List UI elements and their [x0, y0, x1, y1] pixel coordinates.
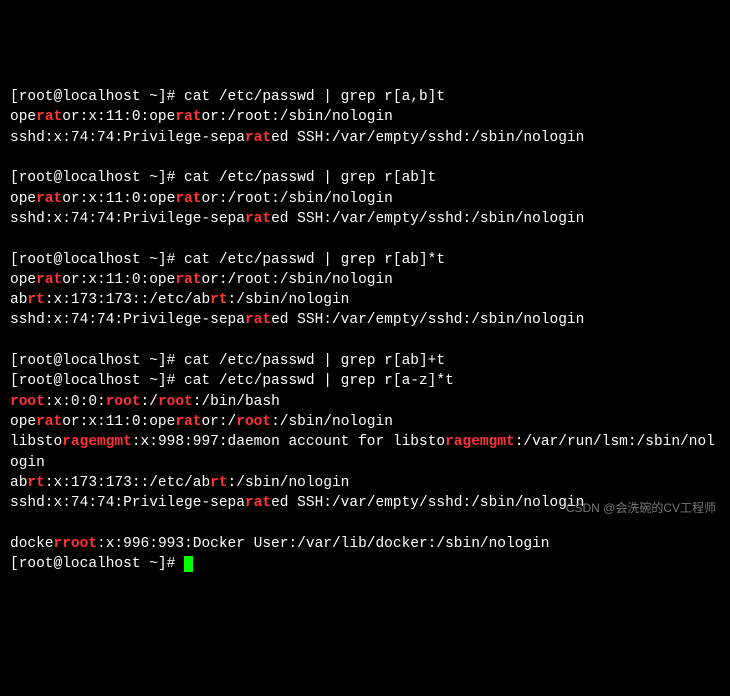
- terminal-line: [root@localhost ~]# cat /etc/passwd | gr…: [10, 371, 720, 391]
- text: :x:173:173::/etc/ab: [45, 292, 210, 308]
- text: ed SSH:/var/empty/sshd:/sbin/nologin: [271, 130, 584, 146]
- grep-match: rat: [175, 191, 201, 207]
- terminal-line: sshd:x:74:74:Privilege-separated SSH:/va…: [10, 209, 720, 229]
- grep-match: rroot: [54, 536, 98, 552]
- terminal-line: [10, 331, 720, 351]
- text: or:x:11:0:ope: [62, 191, 175, 207]
- terminal-line: root:x:0:0:root:/root:/bin/bash: [10, 392, 720, 412]
- text: ope: [10, 191, 36, 207]
- terminal-line: operator:x:11:0:operator:/root:/sbin/nol…: [10, 270, 720, 290]
- text: ab: [10, 475, 27, 491]
- text: :/sbin/nologin: [228, 292, 350, 308]
- terminal-line: [10, 148, 720, 168]
- terminal-line: [root@localhost ~]#: [10, 554, 720, 574]
- grep-match: root: [158, 394, 193, 410]
- grep-match: rt: [27, 475, 44, 491]
- grep-match: rt: [210, 292, 227, 308]
- text: sshd:x:74:74:Privilege-sepa: [10, 211, 245, 227]
- grep-match: rat: [175, 272, 201, 288]
- grep-match: root: [236, 414, 271, 430]
- grep-match: rat: [245, 495, 271, 511]
- text: or:/root:/sbin/nologin: [201, 191, 392, 207]
- grep-match: rat: [245, 312, 271, 328]
- grep-match: rat: [36, 191, 62, 207]
- shell-prompt: [root@localhost ~]#: [10, 556, 184, 572]
- text: cat /etc/passwd | grep r[a-z]*t: [184, 373, 454, 389]
- terminal-line: [root@localhost ~]# cat /etc/passwd | gr…: [10, 250, 720, 270]
- shell-prompt: [root@localhost ~]#: [10, 353, 184, 369]
- terminal-line: sshd:x:74:74:Privilege-separated SSH:/va…: [10, 310, 720, 330]
- text: cat /etc/passwd | grep r[ab]t: [184, 170, 436, 186]
- grep-match: rat: [175, 109, 201, 125]
- text: :/sbin/nologin: [228, 475, 350, 491]
- terminal-line: [root@localhost ~]# cat /etc/passwd | gr…: [10, 87, 720, 107]
- text: :x:173:173::/etc/ab: [45, 475, 210, 491]
- text: or:/root:/sbin/nologin: [201, 272, 392, 288]
- text: cat /etc/passwd | grep r[ab]+t: [184, 353, 445, 369]
- grep-match: rat: [245, 130, 271, 146]
- text: sshd:x:74:74:Privilege-sepa: [10, 495, 245, 511]
- grep-match: rat: [36, 272, 62, 288]
- text: or:/root:/sbin/nologin: [201, 109, 392, 125]
- text: or:/: [201, 414, 236, 430]
- terminal-line: sshd:x:74:74:Privilege-separated SSH:/va…: [10, 128, 720, 148]
- terminal-line: abrt:x:173:173::/etc/abrt:/sbin/nologin: [10, 290, 720, 310]
- cursor: [184, 556, 193, 572]
- grep-match: rat: [36, 414, 62, 430]
- shell-prompt: [root@localhost ~]#: [10, 89, 184, 105]
- text: ed SSH:/var/empty/sshd:/sbin/nologin: [271, 312, 584, 328]
- grep-match: root: [106, 394, 141, 410]
- terminal-line: operator:x:11:0:operator:/root:/sbin/nol…: [10, 107, 720, 127]
- terminal-line: [root@localhost ~]# cat /etc/passwd | gr…: [10, 351, 720, 371]
- shell-prompt: [root@localhost ~]#: [10, 170, 184, 186]
- text: or:x:11:0:ope: [62, 272, 175, 288]
- text: :x:0:0:: [45, 394, 106, 410]
- text: cat /etc/passwd | grep r[ab]*t: [184, 252, 445, 268]
- text: docke: [10, 536, 54, 552]
- terminal-line: operator:x:11:0:operator:/root:/sbin/nol…: [10, 412, 720, 432]
- grep-match: rt: [210, 475, 227, 491]
- text: :/: [141, 394, 158, 410]
- grep-match: rat: [245, 211, 271, 227]
- text: ope: [10, 109, 36, 125]
- grep-match: root: [10, 394, 45, 410]
- shell-prompt: [root@localhost ~]#: [10, 252, 184, 268]
- terminal-line: dockerroot:x:996:993:Docker User:/var/li…: [10, 534, 720, 554]
- text: or:x:11:0:ope: [62, 414, 175, 430]
- text: :/bin/bash: [193, 394, 280, 410]
- terminal-line: abrt:x:173:173::/etc/abrt:/sbin/nologin: [10, 473, 720, 493]
- grep-match: rat: [36, 109, 62, 125]
- text: libsto: [10, 434, 62, 450]
- text: :x:996:993:Docker User:/var/lib/docker:/…: [97, 536, 549, 552]
- grep-match: ragemgmt: [445, 434, 515, 450]
- shell-prompt: [root@localhost ~]#: [10, 373, 184, 389]
- text: sshd:x:74:74:Privilege-sepa: [10, 130, 245, 146]
- text: ope: [10, 272, 36, 288]
- text: ed SSH:/var/empty/sshd:/sbin/nologin: [271, 211, 584, 227]
- grep-match: rt: [27, 292, 44, 308]
- grep-match: ragemgmt: [62, 434, 132, 450]
- text: ab: [10, 292, 27, 308]
- watermark: CSDN @会洗碗的CV工程师: [566, 500, 716, 517]
- terminal-line: operator:x:11:0:operator:/root:/sbin/nol…: [10, 189, 720, 209]
- text: ed SSH:/var/empty/sshd:/sbin/nologin: [271, 495, 584, 511]
- text: ope: [10, 414, 36, 430]
- text: cat /etc/passwd | grep r[a,b]t: [184, 89, 445, 105]
- text: or:x:11:0:ope: [62, 109, 175, 125]
- terminal-line: [root@localhost ~]# cat /etc/passwd | gr…: [10, 168, 720, 188]
- text: :x:998:997:daemon account for libsto: [132, 434, 445, 450]
- grep-match: rat: [175, 414, 201, 430]
- terminal-line: [10, 229, 720, 249]
- text: :/sbin/nologin: [271, 414, 393, 430]
- terminal-line: libstoragemgmt:x:998:997:daemon account …: [10, 432, 720, 473]
- text: sshd:x:74:74:Privilege-sepa: [10, 312, 245, 328]
